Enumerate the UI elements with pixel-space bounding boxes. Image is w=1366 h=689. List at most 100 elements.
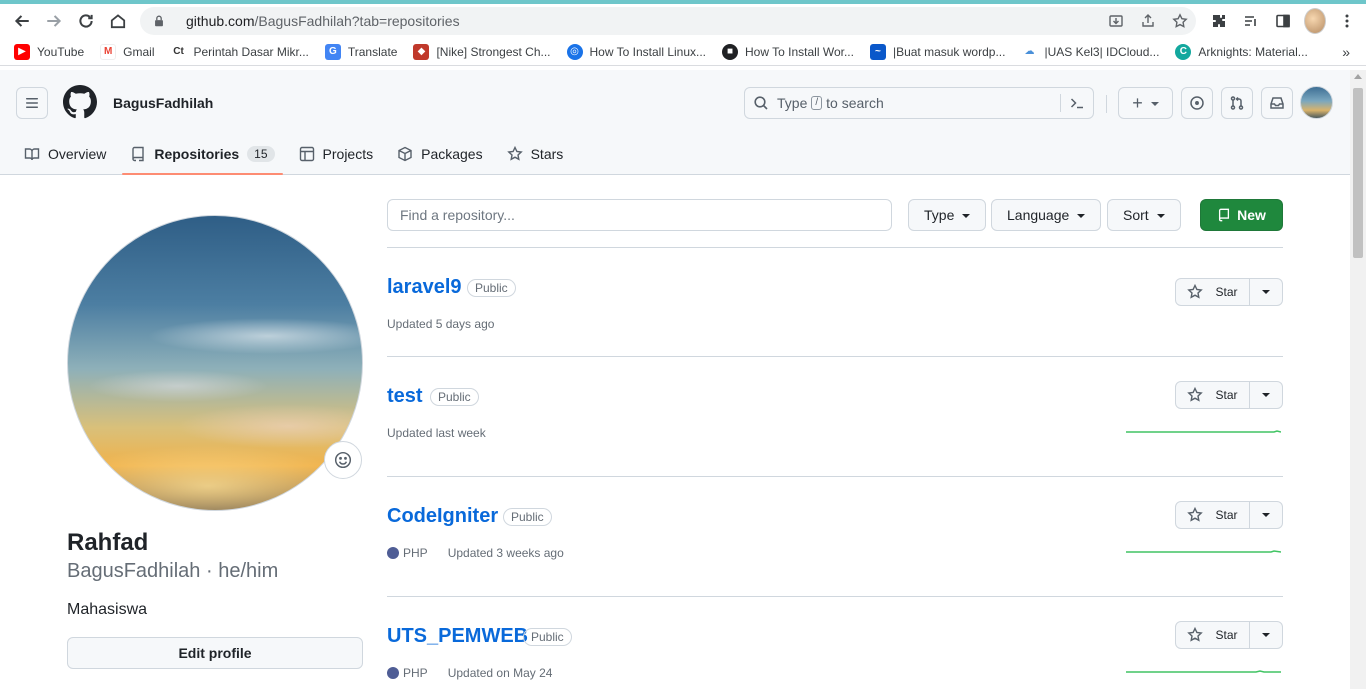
table-icon (299, 146, 314, 161)
repo-name-link[interactable]: UTS_PEMWEB (387, 625, 528, 648)
tab-stars[interactable]: Stars (499, 132, 572, 175)
star-list-dropdown[interactable] (1250, 381, 1283, 409)
wordpress-login-icon: ~ (869, 43, 886, 60)
repo-updated: Updated 3 weeks ago (447, 546, 564, 560)
sort-filter-button[interactable]: Sort (1107, 199, 1181, 231)
repo-name-link[interactable]: test (387, 385, 423, 408)
type-filter-button[interactable]: Type (908, 199, 987, 231)
star-button-group: Star (1175, 278, 1283, 306)
bookmark-item[interactable]: ☁ |UAS Kel3| IDCloud... (1021, 43, 1159, 60)
address-bar[interactable]: github.com/BagusFadhilah?tab=repositorie… (140, 7, 1196, 35)
bookmark-item[interactable]: ■ How To Install Wor... (722, 43, 854, 60)
bookmark-item[interactable]: Ct Perintah Dasar Mikr... (170, 43, 309, 60)
create-new-button[interactable]: + (1118, 87, 1173, 119)
profile-avatar[interactable] (67, 215, 363, 511)
bookmark-item[interactable]: ~ |Buat masuk wordp... (869, 43, 1005, 60)
bookmarks-overflow-icon[interactable]: » (1342, 44, 1350, 60)
ct-icon: Ct (170, 43, 187, 60)
wordpress-site-icon: ■ (722, 43, 739, 60)
repo-list-item: UTS_PEMWEB Public PHP Updated on May 24 … (387, 597, 1283, 689)
address-url: github.com/BagusFadhilah?tab=repositorie… (186, 13, 460, 29)
inbox-icon[interactable] (1261, 87, 1293, 119)
reload-icon[interactable] (70, 5, 102, 37)
tab-overview[interactable]: Overview (16, 132, 114, 175)
star-button[interactable]: Star (1175, 621, 1250, 649)
star-icon (1187, 627, 1204, 642)
chevron-down-icon (1156, 214, 1165, 218)
tab-projects[interactable]: Projects (291, 132, 382, 175)
star-button[interactable]: Star (1175, 278, 1250, 306)
command-palette-icon[interactable] (1069, 95, 1085, 111)
book-icon (24, 147, 40, 160)
bookmark-item[interactable]: C Arknights: Material... (1175, 43, 1308, 60)
arknights-icon: C (1175, 43, 1192, 60)
translate-icon: G (324, 43, 341, 60)
star-list-dropdown[interactable] (1250, 501, 1283, 529)
global-search-input[interactable]: Type / to search (744, 87, 1094, 119)
forward-icon[interactable] (38, 5, 70, 37)
nike-icon: ◆ (413, 43, 430, 60)
lock-icon (155, 15, 163, 27)
scroll-up-icon[interactable] (1354, 74, 1362, 79)
new-repository-button[interactable]: New (1200, 199, 1283, 231)
activity-sparkline (1126, 670, 1281, 673)
hamburger-menu-icon[interactable] (16, 87, 48, 119)
profile-icon[interactable] (1304, 8, 1326, 34)
repo-name-link[interactable]: laravel9 (387, 276, 462, 299)
repo-language: PHP (403, 666, 428, 680)
page-scrollbar[interactable] (1350, 70, 1366, 689)
edit-profile-button[interactable]: Edit profile (67, 637, 363, 669)
language-color-dot (387, 667, 399, 679)
menu-kebab-icon[interactable] (1336, 8, 1358, 34)
repo-language: PHP (403, 546, 428, 560)
back-icon[interactable] (6, 5, 38, 37)
bookmark-item[interactable]: M Gmail (100, 43, 155, 60)
media-control-icon[interactable] (1240, 8, 1262, 34)
home-icon[interactable] (102, 5, 134, 37)
bookmark-item[interactable]: ◆ [Nike] Strongest Ch... (413, 43, 551, 60)
star-list-dropdown[interactable] (1250, 621, 1283, 649)
profile-handle: BagusFadhilah · he/him (67, 560, 279, 582)
chevron-down-icon (1262, 633, 1270, 637)
language-filter-button[interactable]: Language (991, 199, 1102, 231)
star-icon (1187, 387, 1204, 402)
star-button[interactable]: Star (1175, 501, 1250, 529)
repo-list-item: CodeIgniter Public PHP Updated 3 weeks a… (387, 477, 1283, 597)
repo-meta: Updated last week (387, 426, 486, 440)
star-icon (1187, 284, 1204, 299)
search-divider (1060, 94, 1061, 112)
search-hint: Type / to search (777, 95, 884, 111)
chevron-down-icon (962, 214, 971, 218)
bookmark-star-icon[interactable] (1170, 11, 1190, 31)
repo-icon (132, 146, 145, 161)
repo-meta: PHP Updated on May 24 (387, 666, 552, 680)
install-app-icon[interactable] (1106, 11, 1126, 31)
chevron-down-icon (1077, 214, 1086, 218)
gmail-icon: M (100, 43, 117, 60)
activity-sparkline (1126, 550, 1281, 553)
scroll-thumb[interactable] (1353, 88, 1363, 258)
pull-requests-icon[interactable] (1221, 87, 1253, 119)
set-status-emoji-icon[interactable] (324, 441, 362, 479)
bookmark-item[interactable]: G Translate (324, 43, 397, 60)
bookmark-item[interactable]: ▶ YouTube (14, 43, 84, 60)
issues-icon[interactable] (1181, 87, 1213, 119)
side-panel-icon[interactable] (1272, 8, 1294, 34)
tab-repositories[interactable]: Repositories 15 (122, 132, 283, 175)
bookmark-item[interactable]: ◎ How To Install Linux... (566, 43, 706, 60)
repo-name-link[interactable]: CodeIgniter (387, 505, 498, 528)
find-repository-input[interactable] (387, 199, 892, 231)
star-button[interactable]: Star (1175, 381, 1250, 409)
user-avatar[interactable] (1300, 86, 1333, 119)
profile-tabs: Overview Repositories 15 Projects Packag… (16, 132, 579, 175)
star-list-dropdown[interactable] (1250, 278, 1283, 306)
tab-packages[interactable]: Packages (389, 132, 490, 175)
share-icon[interactable] (1138, 11, 1158, 31)
extensions-icon[interactable] (1208, 8, 1230, 34)
repo-updated: Updated 5 days ago (387, 317, 495, 331)
repo-count-badge: 15 (247, 145, 275, 162)
github-logo-icon[interactable] (63, 85, 97, 119)
repo-meta: PHP Updated 3 weeks ago (387, 546, 564, 560)
chevron-down-icon (1150, 102, 1159, 106)
header-username[interactable]: BagusFadhilah (113, 95, 213, 111)
